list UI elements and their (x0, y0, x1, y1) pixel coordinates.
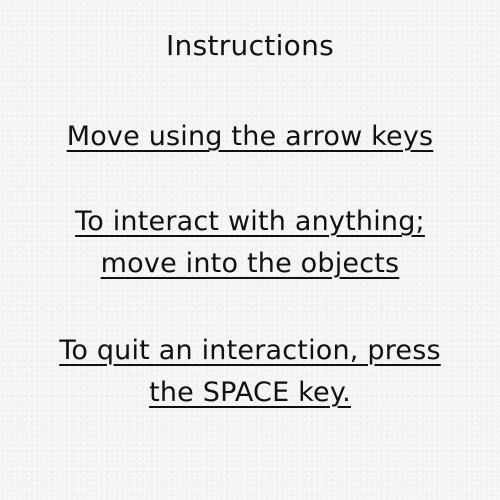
instruction-move: Move using the arrow keys (0, 116, 500, 158)
instruction-quit: To quit an interaction, press the SPACE … (0, 330, 500, 414)
instruction-interact-line-1: To interact with anything; (75, 206, 425, 237)
instructions-screen: Instructions Move using the arrow keys T… (0, 0, 500, 500)
instruction-quit-line-1: To quit an interaction, press (59, 335, 441, 366)
instruction-quit-line-2: the SPACE key. (149, 377, 351, 408)
instruction-interact: To interact with anything; move into the… (0, 201, 500, 285)
instruction-interact-line-2: move into the objects (100, 248, 400, 279)
instruction-move-line-1: Move using the arrow keys (66, 121, 434, 152)
instructions-title: Instructions (165, 29, 335, 62)
